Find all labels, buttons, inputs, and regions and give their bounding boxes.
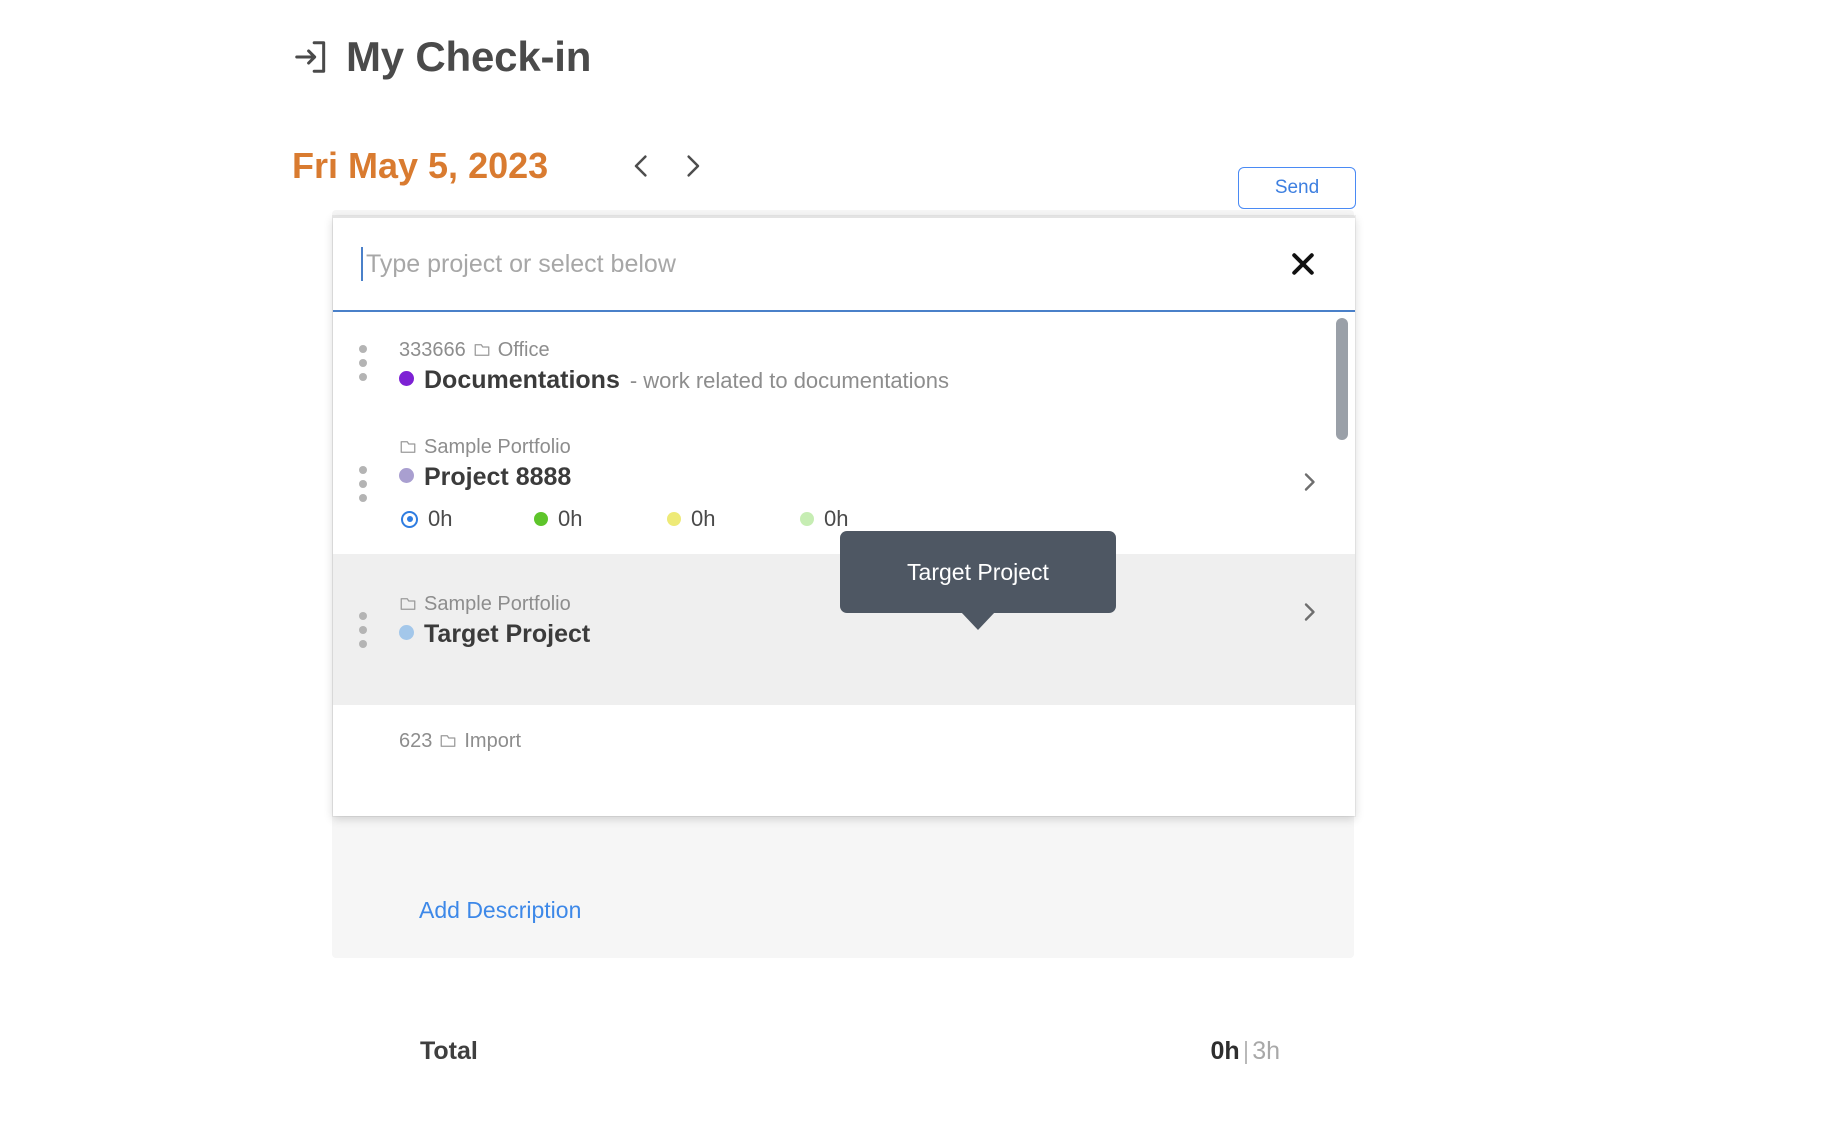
total-values: 0h | 3h: [1211, 1037, 1281, 1066]
chevron-left-icon[interactable]: [626, 149, 656, 183]
time-value: 0h: [824, 506, 849, 531]
scrollbar-thumb[interactable]: [1336, 318, 1348, 440]
project-search-input[interactable]: [364, 248, 1283, 280]
drag-handle-icon[interactable]: [359, 611, 367, 648]
project-name: Project 8888: [424, 463, 572, 491]
drag-handle-icon[interactable]: [359, 344, 367, 381]
project-color-dot: [399, 625, 414, 640]
folder-icon: [399, 438, 417, 456]
project-search-row: [333, 218, 1355, 312]
chevron-right-icon[interactable]: [678, 149, 708, 183]
portfolio-name: Sample Portfolio: [424, 436, 571, 458]
folder-icon: [473, 341, 491, 359]
date-arrows: [626, 149, 708, 183]
portfolio-name: Office: [497, 339, 550, 361]
time-value: 0h: [558, 506, 583, 531]
text-caret: [361, 247, 363, 281]
total-budget: 3h: [1252, 1037, 1280, 1065]
dropdown-scrollbar[interactable]: [1336, 318, 1348, 816]
portfolio-name: Import: [464, 730, 522, 752]
close-icon[interactable]: [1283, 244, 1323, 284]
dot-icon: [800, 512, 814, 526]
date-navigation: Fri May 5, 2023: [292, 148, 708, 184]
time-chip[interactable]: 0h: [667, 506, 800, 532]
current-date-label: Fri May 5, 2023: [292, 145, 549, 186]
tooltip: Target Project: [840, 531, 1116, 613]
item-main: Target Project: [399, 619, 1265, 649]
project-code: 623: [399, 730, 433, 752]
list-item[interactable]: 623 Import: [333, 705, 1355, 801]
time-summary-row: 0h 0h 0h 0h: [401, 506, 1265, 532]
time-value: 0h: [428, 506, 453, 531]
portfolio-name: Sample Portfolio: [424, 593, 571, 615]
dot-icon: [534, 512, 548, 526]
total-label: Total: [420, 1037, 478, 1065]
send-button[interactable]: Send: [1238, 167, 1356, 209]
expand-chevron-icon[interactable]: [1297, 600, 1321, 628]
expand-chevron-icon[interactable]: [1297, 470, 1321, 498]
page-header: My Check-in: [292, 36, 591, 78]
project-name: Documentations: [424, 366, 620, 394]
item-meta: Sample Portfolio: [399, 592, 1265, 616]
drag-handle-icon[interactable]: [359, 465, 367, 502]
dot-icon: [667, 512, 681, 526]
item-meta: Sample Portfolio: [399, 435, 1265, 459]
project-color-dot: [399, 468, 414, 483]
login-arrow-icon: [292, 37, 330, 77]
folder-icon: [399, 595, 417, 613]
add-description-link[interactable]: Add Description: [419, 897, 581, 924]
item-meta: 623 Import: [399, 729, 1265, 753]
folder-icon: [439, 732, 457, 750]
time-chip[interactable]: 0h: [800, 506, 933, 532]
total-separator: |: [1242, 1037, 1250, 1065]
project-selector-dropdown: 333666 Office Documentations - work rela…: [333, 216, 1355, 816]
time-chip[interactable]: 0h: [534, 506, 667, 532]
project-description: - work related to documentations: [629, 368, 950, 393]
page-title: My Check-in: [346, 33, 592, 80]
project-color-dot: [399, 371, 414, 386]
target-ring-icon: [401, 510, 418, 528]
item-main: Documentations - work related to documen…: [399, 365, 1265, 395]
project-code: 333666: [399, 339, 466, 361]
item-meta: 333666 Office: [399, 338, 1265, 362]
app-root: My Check-in Fri May 5, 2023 Send Add Des…: [0, 0, 1836, 1136]
item-main: Project 8888: [399, 462, 1265, 492]
time-chip[interactable]: 0h: [401, 506, 534, 532]
time-value: 0h: [691, 506, 716, 531]
total-value: 0h: [1210, 1037, 1240, 1065]
tooltip-text: Target Project: [907, 558, 1049, 585]
list-item[interactable]: 333666 Office Documentations - work rela…: [333, 312, 1355, 413]
project-name: Target Project: [424, 620, 591, 648]
